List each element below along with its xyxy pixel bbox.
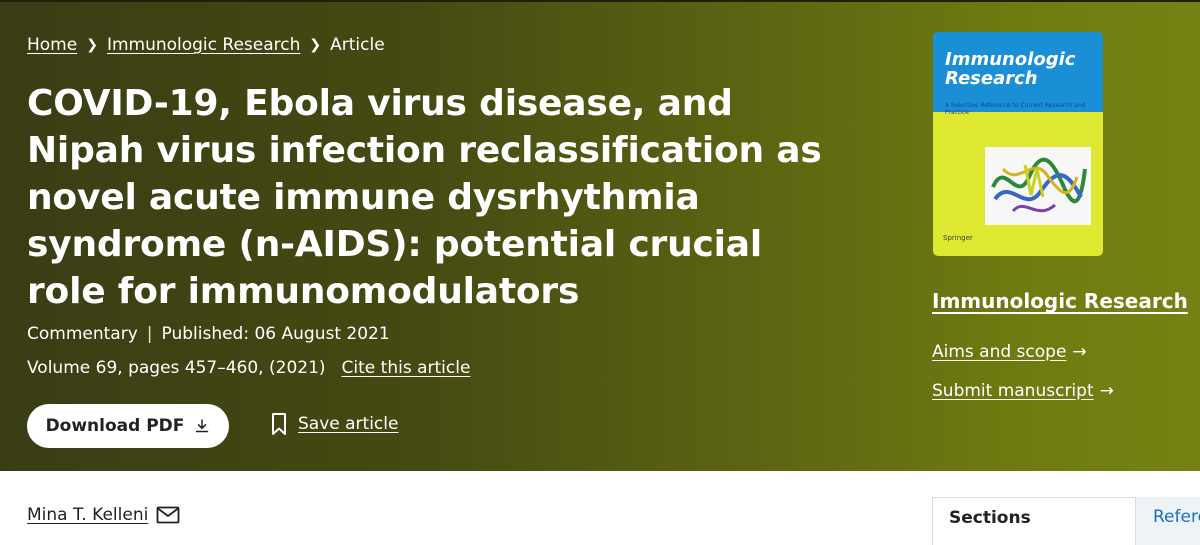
article-meta: Commentary | Published: 06 August 2021 (27, 324, 390, 344)
breadcrumb-current: Article (330, 35, 385, 55)
breadcrumb-journal-link[interactable]: Immunologic Research (107, 35, 300, 55)
meta-separator: | (146, 324, 153, 344)
chevron-right-icon: ❯ (86, 37, 98, 53)
aims-and-scope-link[interactable]: Aims and scope → (932, 342, 1087, 362)
chevron-right-icon: ❯ (309, 37, 322, 53)
tab-references[interactable]: References (1136, 497, 1200, 545)
breadcrumb: Home ❯ Immunologic Research ❯ Article (27, 35, 385, 55)
breadcrumb-home-link[interactable]: Home (27, 35, 77, 55)
protein-structure-image (985, 147, 1091, 225)
article-citation-info: Volume 69, pages 457–460, (2021) Cite th… (27, 358, 470, 378)
article-title: COVID-19, Ebola virus disease, and Nipah… (27, 83, 822, 312)
cover-title: Immunologic Research (945, 49, 1076, 89)
journal-cover-image[interactable]: Immunologic Research A Selective Referen… (933, 32, 1103, 256)
cover-subtitle: A Selective Reference to Current Researc… (945, 102, 1086, 116)
volume-info: Volume 69, pages 457–460, (2021) (27, 358, 326, 378)
save-article-button[interactable]: Save article (270, 412, 398, 436)
journal-title-link[interactable]: Immunologic Research (932, 289, 1188, 313)
tab-sections[interactable]: Sections (932, 497, 1136, 545)
arrow-right-icon: → (1099, 381, 1114, 401)
cover-publisher: Springer (943, 234, 973, 242)
save-article-label: Save article (298, 414, 399, 434)
download-pdf-label: Download PDF (45, 416, 185, 436)
cite-article-link[interactable]: Cite this article (342, 358, 471, 378)
download-icon (196, 419, 209, 433)
bookmark-icon (272, 413, 286, 435)
published-date: Published: 06 August 2021 (161, 324, 390, 344)
author-entry: Mina T. Kelleni (27, 505, 180, 525)
envelope-icon[interactable] (156, 506, 180, 524)
author-name-link[interactable]: Mina T. Kelleni (27, 505, 148, 525)
article-type: Commentary (27, 324, 138, 344)
submit-manuscript-link[interactable]: Submit manuscript → (932, 381, 1114, 401)
article-header: Home ❯ Immunologic Research ❯ Article CO… (0, 0, 1200, 471)
arrow-right-icon: → (1072, 342, 1087, 362)
download-pdf-button[interactable]: Download PDF (27, 404, 229, 448)
